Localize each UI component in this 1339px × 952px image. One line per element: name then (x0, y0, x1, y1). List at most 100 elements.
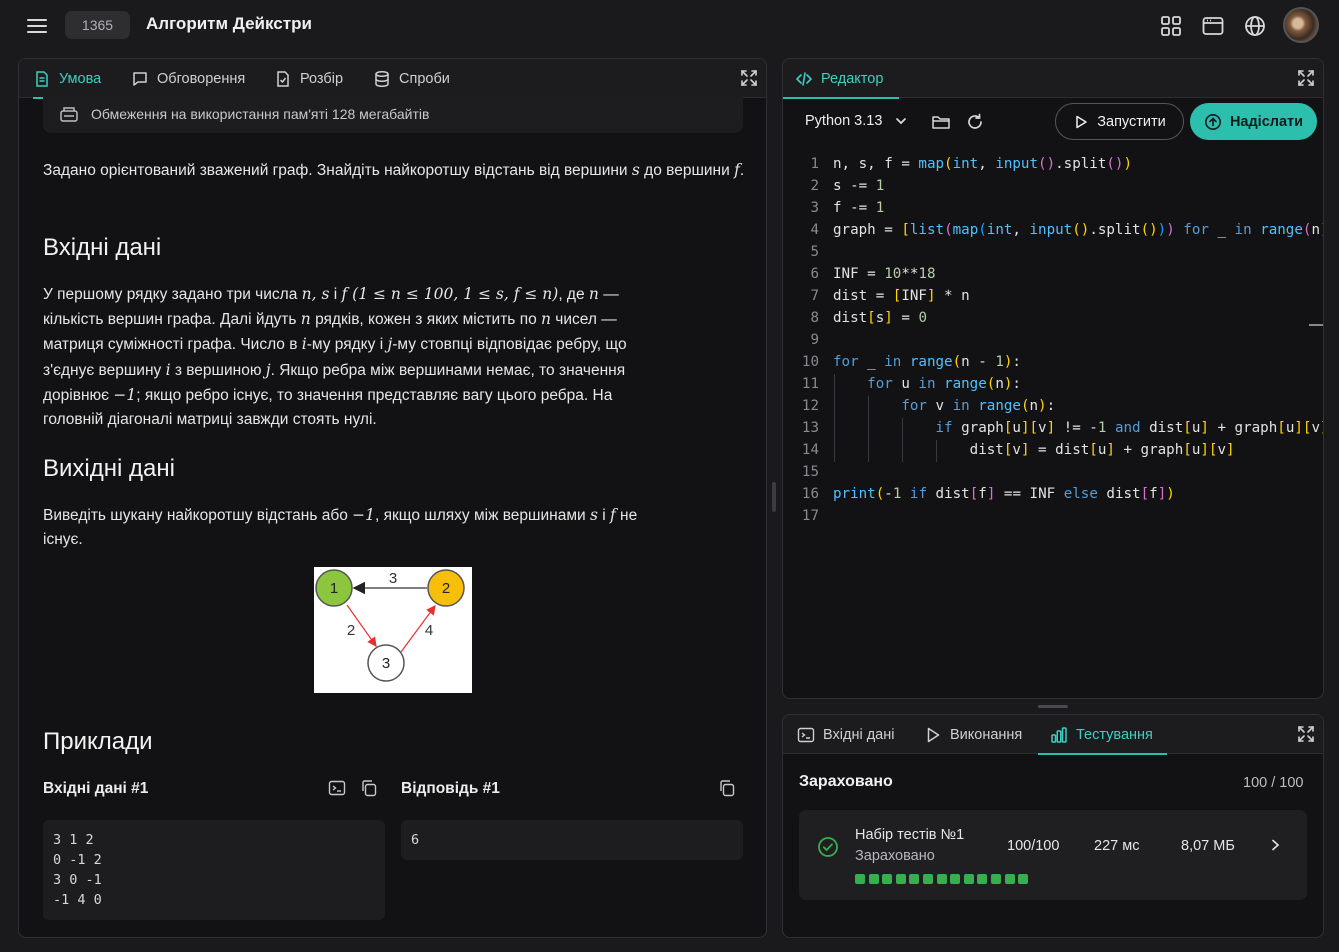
text: — (598, 286, 619, 303)
run-button[interactable]: Запустити (1055, 103, 1184, 140)
submit-label: Надіслати (1229, 113, 1304, 130)
play-icon (927, 727, 940, 742)
memory-icon (60, 107, 78, 122)
expand-icon[interactable] (1297, 725, 1315, 743)
node-label: 2 (442, 580, 450, 597)
test-passed-square (1018, 874, 1029, 884)
text: У першому рядку задано три числа (43, 286, 302, 303)
tab-testing[interactable]: Тестування (1038, 715, 1167, 755)
code-line: dist[s] = 0 (833, 310, 927, 326)
tab-editor-label: Редактор (821, 70, 884, 87)
tab-statement[interactable]: Умова (33, 59, 116, 99)
folder-icon[interactable] (931, 112, 951, 132)
results-panel: Вхідні дані Виконання Тестування Зарахов… (782, 714, 1324, 938)
database-icon (375, 70, 389, 87)
text: ; якщо ребро існує, то значення представ… (136, 386, 613, 404)
tab-run[interactable]: Виконання (924, 715, 1022, 754)
code-line: if graph[u][v] != -1 and dist[u] + graph… (935, 420, 1324, 436)
code-editor[interactable]: 1 n, s, f = map(int, input().split()) 2 s -… (783, 154, 1324, 698)
chat-icon (133, 71, 147, 86)
example-output-box: 6 (401, 820, 743, 860)
tab-analysis-label: Розбір (300, 70, 344, 87)
tab-discussion[interactable]: Обговорення (131, 59, 245, 98)
problem-title: Алгоритм Дейкстри (146, 14, 312, 33)
math: −1 (352, 506, 375, 524)
text: не (615, 507, 638, 524)
submit-button[interactable]: Надіслати (1190, 103, 1317, 140)
intro-text: до вершини (639, 162, 735, 179)
upload-icon (1204, 113, 1221, 130)
bar-chart-icon (1051, 726, 1067, 743)
text: -му рядку і (306, 336, 388, 354)
math: f (1 ≤ n ≤ 100, 1 ≤ s, f ≤ n) (341, 285, 559, 303)
test-passed-square (977, 874, 988, 884)
example-output-label: Відповідь #1 (401, 780, 500, 797)
test-passed-square (991, 874, 1001, 884)
language-select[interactable]: Python 3.13 (805, 113, 908, 129)
line-number: 2 (810, 178, 819, 194)
menu-icon[interactable] (24, 14, 50, 38)
text: , де (558, 286, 589, 303)
terminal-icon[interactable] (328, 779, 346, 797)
test-passed-square (895, 874, 906, 884)
node-label: 1 (330, 580, 338, 597)
test-passed-square (882, 874, 893, 884)
line-number: 14 (801, 442, 819, 458)
node-label: 3 (382, 655, 390, 672)
tab-editor[interactable]: Редактор (783, 59, 900, 99)
total-score: 100 / 100 (1243, 775, 1304, 791)
tab-discussion-label: Обговорення (157, 70, 246, 87)
expand-icon[interactable] (740, 69, 758, 87)
vertical-splitter[interactable] (772, 482, 776, 512)
line-number: 17 (801, 508, 819, 524)
code-line: s -= 1 (833, 178, 885, 194)
globe-icon[interactable] (1242, 13, 1268, 39)
line-number: 4 (810, 222, 819, 238)
line-number: 11 (801, 376, 819, 392)
tab-attempts[interactable]: Спроби (373, 59, 450, 98)
text: кількість вершин графа. Далі йдуть (43, 311, 301, 329)
results-tabs: Вхідні дані Виконання Тестування (783, 715, 1323, 755)
tab-attempts-label: Спроби (399, 70, 450, 87)
tab-run-label: Виконання (950, 726, 1023, 743)
avatar[interactable] (1283, 7, 1319, 43)
problem-id-badge: 1365 (65, 11, 130, 39)
examples-heading: Приклади (43, 728, 153, 755)
chevron-down-icon (896, 118, 907, 125)
code-line: graph = [list(map(int, input().split()))… (833, 222, 1323, 238)
play-icon (1076, 115, 1087, 128)
text: матриця суміжності графа. Число в (43, 336, 302, 354)
copy-icon[interactable] (360, 779, 378, 797)
grid-icon[interactable] (1158, 13, 1184, 39)
horizontal-splitter[interactable] (1038, 705, 1068, 708)
code-line: f -= 1 (833, 200, 885, 216)
code-line: dist = [INF] * n (833, 288, 970, 304)
tab-analysis[interactable]: Розбір (274, 59, 343, 98)
line-number: 16 (801, 486, 819, 502)
text: і (597, 507, 610, 524)
code-line: for _ in range(n - 1): (833, 354, 1021, 370)
test-passed-square (950, 874, 961, 884)
line-number: 1 (810, 156, 819, 172)
text: існує. (43, 531, 83, 549)
math: n, s (301, 285, 330, 303)
math: n (300, 310, 311, 329)
expand-icon[interactable] (1297, 69, 1315, 87)
copy-icon[interactable] (718, 779, 736, 797)
line-number: 8 (810, 310, 819, 326)
testset-memory: 8,07 МБ (1181, 838, 1235, 854)
statement-panel: Умова Обговорення Розбір Спроби Обмеженн… (18, 58, 767, 938)
text: головній діагоналі матриці завжди стоять… (43, 411, 377, 429)
test-passed-square (923, 874, 933, 884)
testset-row[interactable]: Набір тестів №1 Зараховано 100/100 227 м… (799, 810, 1307, 900)
line-number: 6 (810, 266, 819, 282)
reset-icon[interactable] (965, 112, 985, 132)
statement-tabs: Умова Обговорення Розбір Спроби (19, 59, 766, 99)
test-passed-square (855, 874, 865, 884)
testset-status: Зараховано (855, 848, 935, 864)
math: −1 (113, 385, 137, 404)
tab-input[interactable]: Вхідні дані (797, 715, 894, 754)
window-icon[interactable] (1200, 13, 1226, 39)
terminal-icon (797, 727, 815, 742)
math: s (589, 506, 598, 524)
